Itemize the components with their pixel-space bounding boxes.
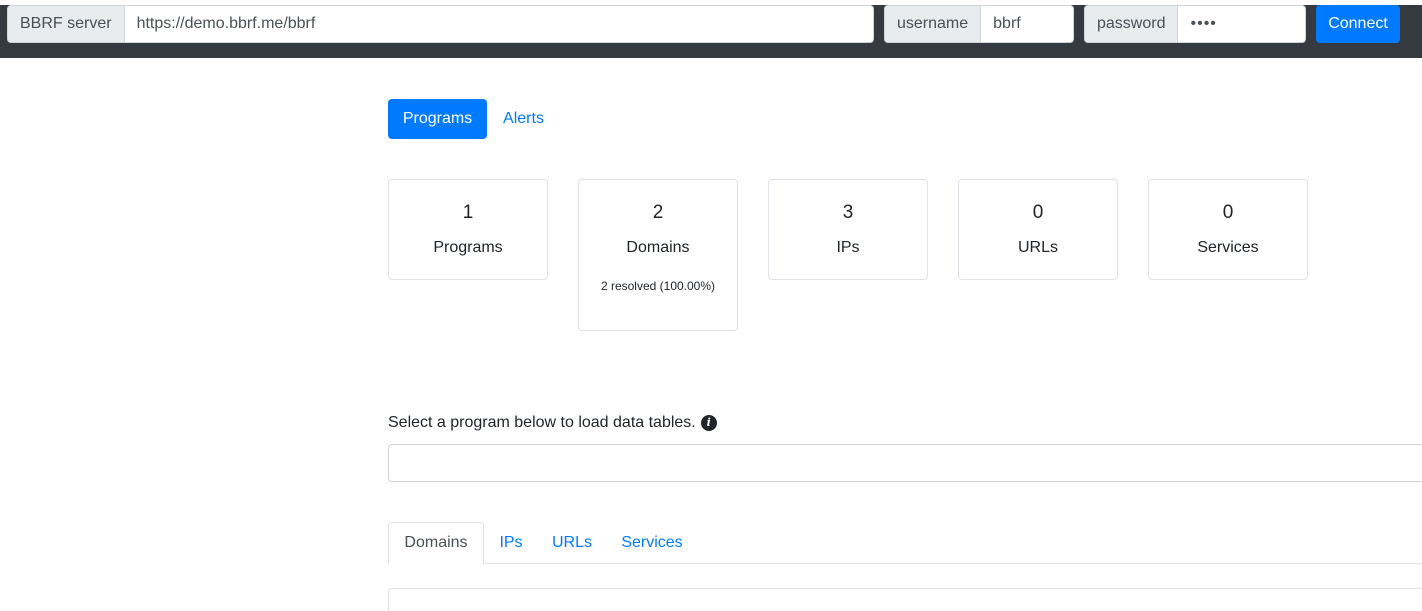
tab-ips[interactable]: IPs — [489, 522, 533, 564]
stat-value: 0 — [1222, 202, 1234, 223]
username-input-group: username bbrf — [884, 5, 1074, 43]
program-select-label: Select a program below to load data tabl… — [388, 414, 717, 432]
program-select-label-text: Select a program below to load data tabl… — [388, 414, 696, 431]
stat-label: URLs — [1017, 239, 1058, 256]
data-table-container — [388, 588, 1422, 611]
password-input[interactable]: •••• — [1178, 5, 1306, 43]
stat-value: 0 — [1032, 202, 1044, 223]
stat-value: 2 — [652, 202, 664, 223]
stat-card-ips: 3 IPs — [768, 179, 928, 280]
program-select[interactable] — [388, 444, 1422, 482]
stat-card-programs: 1 Programs — [388, 179, 548, 280]
connect-button[interactable]: Connect — [1316, 5, 1400, 43]
info-circle-icon[interactable]: i — [700, 415, 717, 431]
server-input-group: BBRF server https://demo.bbrf.me/bbrf — [7, 5, 874, 43]
stat-subtext: 2 resolved (100.00%) — [600, 279, 716, 293]
stat-card-services: 0 Services — [1148, 179, 1308, 280]
stat-label: Programs — [433, 239, 503, 256]
stat-label: IPs — [836, 239, 860, 256]
server-label: BBRF server — [7, 5, 125, 43]
password-label: password — [1084, 5, 1179, 43]
stat-card-domains: 2 Domains 2 resolved (100.00%) — [578, 179, 738, 331]
tab-domains[interactable]: Domains — [388, 522, 484, 564]
tab-alerts[interactable]: Alerts — [492, 99, 555, 139]
server-url-input[interactable]: https://demo.bbrf.me/bbrf — [124, 5, 874, 43]
username-label: username — [884, 5, 982, 43]
tab-services[interactable]: Services — [612, 522, 692, 564]
stat-card-urls: 0 URLs — [958, 179, 1118, 280]
stat-label: Domains — [626, 239, 690, 256]
stat-label: Services — [1197, 239, 1259, 256]
tab-urls[interactable]: URLs — [543, 522, 601, 564]
tab-programs[interactable]: Programs — [388, 99, 487, 139]
password-input-group: password •••• — [1084, 5, 1306, 43]
username-input[interactable]: bbrf — [981, 5, 1074, 43]
stat-value: 1 — [462, 202, 474, 223]
stat-value: 3 — [842, 202, 854, 223]
